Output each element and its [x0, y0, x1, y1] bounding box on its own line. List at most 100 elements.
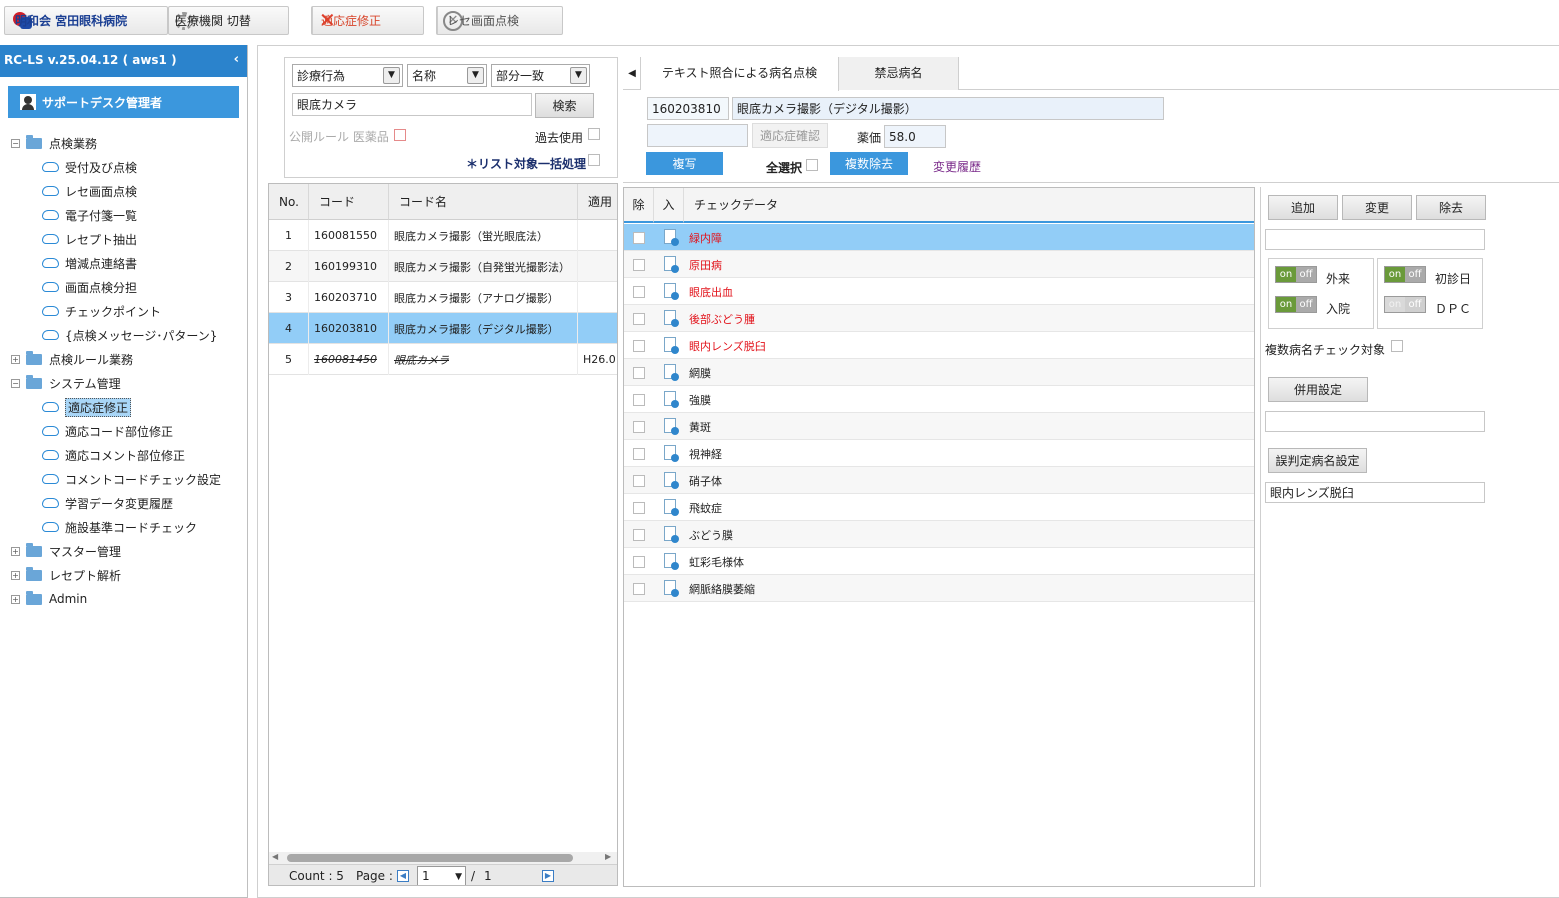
- document-icon[interactable]: [664, 283, 679, 300]
- past-use-checkbox[interactable]: [588, 128, 600, 140]
- entry-input[interactable]: [1265, 229, 1485, 250]
- exclude-checkbox[interactable]: [633, 475, 645, 487]
- list-item[interactable]: 黄斑: [624, 413, 1254, 440]
- scroll-right-icon[interactable]: ▶: [605, 852, 611, 861]
- table-row[interactable]: 3 160203710 眼底カメラ撮影（アナログ撮影）: [269, 282, 617, 313]
- search-input[interactable]: 眼底カメラ: [292, 93, 532, 116]
- exclude-checkbox[interactable]: [633, 340, 645, 352]
- detail-code-field[interactable]: 160203810: [647, 97, 729, 120]
- search-button[interactable]: 検索: [535, 93, 594, 118]
- document-icon[interactable]: [664, 526, 679, 543]
- exclude-checkbox[interactable]: [633, 448, 645, 460]
- inpatient-toggle[interactable]: on off: [1275, 296, 1317, 313]
- document-icon[interactable]: [664, 553, 679, 570]
- sidebar-item[interactable]: 適応コード部位修正: [42, 421, 173, 441]
- page-select[interactable]: 1 ▼: [417, 866, 466, 885]
- dpc-toggle[interactable]: on off: [1384, 296, 1426, 313]
- exclude-checkbox[interactable]: [633, 556, 645, 568]
- document-icon[interactable]: [664, 256, 679, 273]
- sidebar-item[interactable]: 適応症修正: [42, 397, 132, 417]
- category-select[interactable]: 診療行為 ▼: [292, 64, 403, 87]
- sidebar-item[interactable]: {点検メッセージ･パターン}: [42, 325, 217, 345]
- multi-delete-button[interactable]: 複数除去: [830, 152, 908, 175]
- list-item[interactable]: 緑内障: [624, 224, 1254, 251]
- misjudge-setting-button[interactable]: 誤判定病名設定: [1268, 448, 1367, 473]
- next-page-icon[interactable]: ▶: [542, 870, 554, 882]
- scroll-left-icon[interactable]: ◀: [272, 852, 278, 861]
- col-apply-header[interactable]: 適用: [578, 184, 617, 220]
- exclude-checkbox[interactable]: [633, 286, 645, 298]
- document-icon[interactable]: [664, 472, 679, 489]
- sidebar-item[interactable]: チェックポイント: [42, 301, 161, 321]
- list-item[interactable]: 眼底出血: [624, 278, 1254, 305]
- indication-input[interactable]: [647, 124, 748, 147]
- hospital-button[interactable]: 明和会 宮田眼科病院: [4, 6, 168, 35]
- document-icon[interactable]: [664, 580, 679, 597]
- sidebar-item[interactable]: + マスター管理: [11, 541, 121, 561]
- match-select[interactable]: 部分一致 ▼: [491, 64, 590, 87]
- sidebar-item[interactable]: 適応コメント部位修正: [42, 445, 185, 465]
- collapse-icon[interactable]: −: [11, 378, 20, 388]
- sidebar-item[interactable]: + レセプト解析: [11, 565, 121, 585]
- list-item[interactable]: 飛蚊症: [624, 494, 1254, 521]
- list-item[interactable]: 網脈絡膜萎縮: [624, 575, 1254, 602]
- table-row[interactable]: 1 160081550 眼底カメラ撮影（蛍光眼底法）: [269, 220, 617, 251]
- document-icon[interactable]: [664, 445, 679, 462]
- exclude-checkbox[interactable]: [633, 313, 645, 325]
- list-item[interactable]: 強膜: [624, 386, 1254, 413]
- document-icon[interactable]: [664, 337, 679, 354]
- tab-indication-fix[interactable]: 適応症修正 ✕: [311, 6, 424, 35]
- multi-check-checkbox[interactable]: [1391, 340, 1403, 352]
- price-field[interactable]: 58.0: [884, 125, 946, 148]
- document-icon[interactable]: [664, 391, 679, 408]
- sidebar-item[interactable]: コメントコードチェック設定: [42, 469, 221, 489]
- list-item[interactable]: 原田病: [624, 251, 1254, 278]
- exclude-checkbox[interactable]: [633, 502, 645, 514]
- exclude-checkbox[interactable]: [633, 232, 645, 244]
- switch-facility-button[interactable]: 医療機関 切替: [168, 6, 289, 35]
- document-icon[interactable]: [664, 499, 679, 516]
- exclude-checkbox[interactable]: [633, 367, 645, 379]
- expand-icon[interactable]: +: [11, 546, 20, 556]
- horizontal-scrollbar[interactable]: ◀ ▶: [269, 852, 617, 864]
- table-row[interactable]: 2 160199310 眼底カメラ撮影（自発蛍光撮影法）: [269, 251, 617, 282]
- tab-contraindication[interactable]: 禁忌病名: [839, 57, 959, 90]
- document-icon[interactable]: [664, 418, 679, 435]
- outpatient-toggle[interactable]: on off: [1275, 266, 1317, 283]
- sidebar-item[interactable]: 学習データ変更履歴: [42, 493, 173, 513]
- document-icon[interactable]: [664, 364, 679, 381]
- tab-text-match[interactable]: テキスト照合による病名点検: [641, 57, 839, 91]
- field-select[interactable]: 名称 ▼: [407, 64, 487, 87]
- remove-button[interactable]: 除去: [1416, 195, 1486, 220]
- sidebar-item[interactable]: 画面点検分担: [42, 277, 137, 297]
- table-row[interactable]: 4 160203810 眼底カメラ撮影（デジタル撮影）: [269, 313, 617, 344]
- sidebar-item[interactable]: 増減点連絡書: [42, 253, 137, 273]
- collapse-sidebar-icon[interactable]: ‹: [234, 52, 239, 67]
- scrollbar-thumb[interactable]: [287, 854, 573, 862]
- sidebar-item[interactable]: 施設基準コードチェック: [42, 517, 197, 537]
- expand-icon[interactable]: +: [11, 570, 20, 580]
- combined-setting-button[interactable]: 併用設定: [1268, 377, 1368, 402]
- collapse-icon[interactable]: −: [11, 138, 20, 148]
- sidebar-item[interactable]: + Admin: [11, 589, 87, 609]
- col-name-header[interactable]: コード名: [389, 184, 578, 220]
- list-item[interactable]: 網膜: [624, 359, 1254, 386]
- prev-page-icon[interactable]: ◀: [397, 870, 409, 882]
- expand-icon[interactable]: +: [11, 354, 20, 364]
- select-all-checkbox[interactable]: [806, 159, 818, 171]
- exclude-checkbox[interactable]: [633, 394, 645, 406]
- first-visit-toggle[interactable]: on off: [1384, 266, 1426, 283]
- col-code-header[interactable]: コード: [309, 184, 389, 220]
- detail-name-field[interactable]: 眼底カメラ撮影（デジタル撮影）: [732, 97, 1164, 120]
- exclude-checkbox[interactable]: [633, 259, 645, 271]
- document-icon[interactable]: [664, 310, 679, 327]
- user-badge[interactable]: サポートデスク管理者: [8, 86, 239, 118]
- list-item[interactable]: 眼内レンズ脱臼: [624, 332, 1254, 359]
- exclude-checkbox[interactable]: [633, 529, 645, 541]
- add-button[interactable]: 追加: [1268, 195, 1338, 220]
- sidebar-item[interactable]: − システム管理: [11, 373, 121, 393]
- sidebar-item[interactable]: − 点検業務: [11, 133, 97, 153]
- collapse-left-icon[interactable]: ◀: [624, 57, 641, 90]
- sidebar-item[interactable]: 電子付箋一覧: [42, 205, 137, 225]
- table-row[interactable]: 5 160081450 眼底カメラ H26.0: [269, 344, 617, 375]
